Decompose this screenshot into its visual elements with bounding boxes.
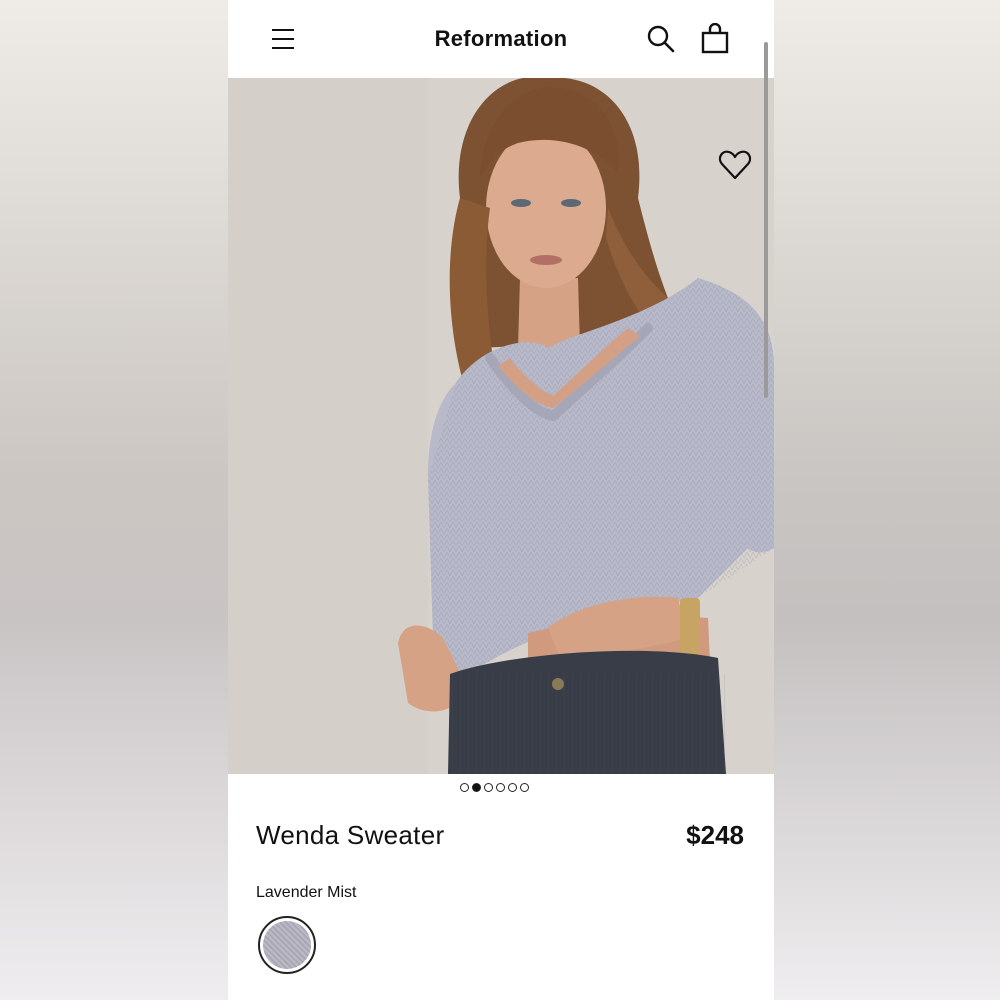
pagination-dot[interactable] [484, 783, 493, 792]
bag-icon[interactable] [700, 23, 730, 55]
search-icon[interactable] [646, 24, 676, 54]
product-name: Wenda Sweater [256, 820, 445, 850]
model-illustration [228, 78, 774, 774]
top-navigation-bar: Reformation [228, 0, 774, 78]
pagination-dot[interactable] [460, 783, 469, 792]
product-price: $248 [686, 820, 744, 850]
pagination-dot-active[interactable] [472, 783, 481, 792]
heart-icon[interactable] [718, 148, 752, 182]
phone-screen: Reformation Wenda Sweater $248 Lavender … [228, 0, 774, 1000]
background-blur-left [0, 0, 228, 1000]
background-blur-right [774, 0, 1000, 1000]
pagination-dot[interactable] [508, 783, 517, 792]
color-name: Lavender Mist [256, 884, 357, 901]
color-swatch[interactable] [258, 916, 316, 974]
brand-logo[interactable]: Reformation [228, 26, 774, 52]
scrollbar[interactable] [764, 42, 768, 398]
pagination-dot[interactable] [520, 783, 529, 792]
gallery-pagination [460, 783, 529, 797]
product-image[interactable] [228, 78, 774, 774]
pagination-dot[interactable] [496, 783, 505, 792]
color-swatch-fill [263, 921, 311, 969]
